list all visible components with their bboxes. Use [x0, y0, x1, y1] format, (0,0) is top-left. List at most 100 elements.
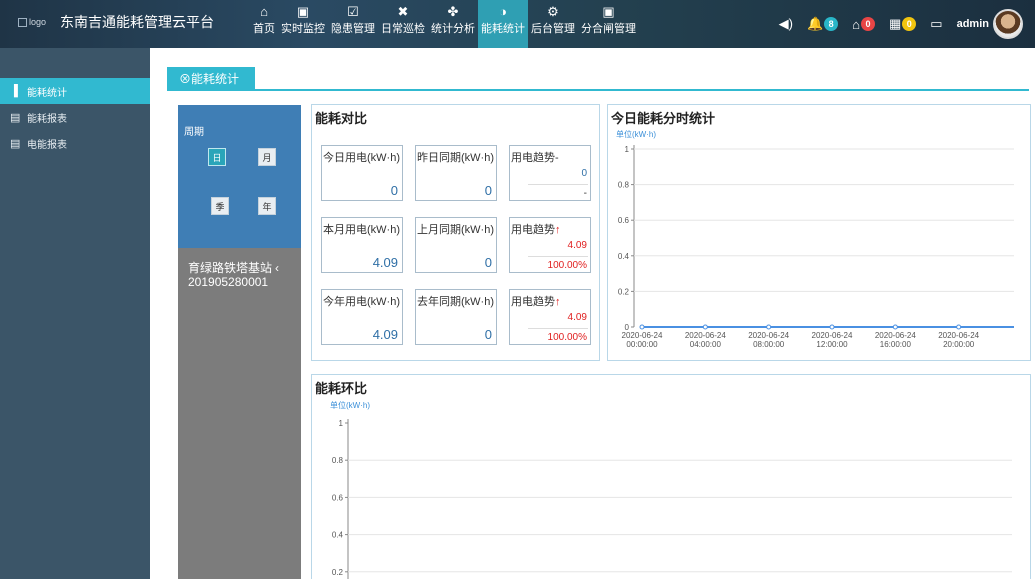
card-label: 用电趋势-	[511, 149, 559, 165]
data-point[interactable]	[892, 324, 898, 330]
card-value: 0	[390, 183, 398, 198]
speaker-icon[interactable]: ◀)	[779, 16, 793, 32]
trend-flat-icon: -	[555, 152, 559, 164]
trend-divider	[528, 256, 588, 257]
nav-item-1[interactable]: ▣ 实时监控	[278, 0, 328, 48]
header-tools: ◀) 🔔 8 ⌂ 0 ▦ 0 ▭ admin	[779, 0, 1023, 48]
notification-0[interactable]: 🔔 8	[806, 16, 839, 32]
sidebar-item-0[interactable]: ▐ 能耗统计	[0, 78, 150, 104]
x-tick-label: 2020-06-24 00:00:00	[622, 331, 663, 349]
nav-label: 统计分析	[431, 23, 475, 35]
sidebar: ▐ 能耗统计 ▤ 能耗报表 ▤ 电能报表	[0, 48, 150, 579]
notification-2[interactable]: ▦ 0	[889, 16, 917, 32]
period-button-3[interactable]: 年	[258, 197, 276, 215]
nav-item-5[interactable]: ◑ 能耗统计	[478, 0, 528, 48]
trend-card: 用电趋势↑ 4.09 100.00%	[509, 289, 591, 345]
notification-group: 🔔 8 ⌂ 0 ▦ 0	[806, 16, 917, 32]
current-usage-card: 今年用电(kW·h) 4.09	[321, 289, 403, 345]
page-tab-energy-stats[interactable]: ⊗能耗统计	[167, 67, 255, 89]
trend-value: 0	[581, 168, 587, 179]
period-button-2[interactable]: 季	[211, 197, 229, 215]
trend-value: 4.09	[567, 312, 587, 323]
card-label: 昨日同期(kW·h)	[417, 152, 494, 164]
unit-label: 单位(kW·h)	[330, 400, 370, 410]
previous-usage-card: 昨日同期(kW·h) 0	[415, 145, 497, 201]
y-tick-label: 0.2	[332, 568, 344, 577]
data-point[interactable]	[766, 324, 772, 330]
monitor-icon: ▣	[296, 4, 310, 19]
trend-card: 用电趋势- 0 -	[509, 145, 591, 201]
previous-usage-card: 去年同期(kW·h) 0	[415, 289, 497, 345]
page-tab-underline	[167, 89, 1029, 91]
energy-icon: ◑	[499, 4, 507, 19]
count-badge: 8	[824, 17, 839, 31]
sidebar-item-2[interactable]: ▤ 电能报表	[0, 130, 150, 156]
hourly-line-chart: 单位(kW·h)00.20.40.60.812020-06-24 00:00:00…	[616, 129, 1014, 349]
avatar	[993, 9, 1023, 39]
y-tick-label: 1	[339, 419, 344, 428]
y-tick-label: 1	[625, 145, 630, 154]
report-icon: ▤	[10, 111, 21, 124]
period-button-0[interactable]: 日	[208, 148, 226, 166]
notification-1[interactable]: ⌂ 0	[852, 16, 875, 32]
user-menu[interactable]: admin	[957, 9, 1023, 39]
ring-compare-chart: 单位(kW·h) 0.2 0.4 0.6 0.8 1	[330, 400, 1012, 579]
current-usage-card: 本月用电(kW·h) 4.09	[321, 217, 403, 273]
x-tick-label: 2020-06-24 04:00:00	[685, 331, 726, 349]
logo-alt-text: logo	[29, 17, 47, 27]
bell-icon: 🔔	[806, 16, 824, 31]
card-label: 本月用电(kW·h)	[323, 224, 400, 236]
current-usage-card: 今日用电(kW·h) 0	[321, 145, 403, 201]
previous-usage-card: 上月同期(kW·h) 0	[415, 217, 497, 273]
arrow-up-icon: ↑	[555, 224, 561, 236]
sidebar-item-label: 能耗报表	[27, 113, 67, 125]
data-point[interactable]	[829, 324, 835, 330]
bar-chart-icon: ▐	[10, 85, 18, 97]
sidebar-item-1[interactable]: ▤ 能耗报表	[0, 104, 150, 130]
x-tick-label: 2020-06-24 16:00:00	[875, 331, 916, 349]
period-selector: 周期 日 月季 年	[178, 105, 301, 248]
trend-value: 4.09	[567, 240, 587, 251]
site-id: 201905280001	[188, 275, 269, 289]
chevron-left-icon[interactable]: ‹	[275, 261, 279, 275]
username: admin	[956, 18, 989, 30]
card-value: 0	[484, 183, 492, 198]
card-label: 今日用电(kW·h)	[323, 152, 400, 164]
y-tick-label: 0.8	[332, 456, 344, 465]
trend-label: 用电趋势	[511, 296, 555, 308]
nav-item-3[interactable]: ✖ 日常巡检	[378, 0, 428, 48]
nav-label: 隐患管理	[331, 23, 375, 35]
count-badge: 0	[902, 17, 917, 31]
card-value: 0	[484, 255, 492, 270]
compare-panel: 能耗对比 今日用电(kW·h) 0 昨日同期(kW·h) 0 用电趋势- 0- 本月用电(k…	[311, 104, 600, 361]
nav-item-7[interactable]: ▣ 分合闸管理	[578, 0, 639, 48]
brand[interactable]: logo 东南吉通能耗管理云平台	[18, 12, 214, 32]
nav-item-0[interactable]: ⌂ 首页	[250, 0, 278, 48]
switch-monitor-icon: ▣	[602, 4, 615, 19]
card-label: 今年用电(kW·h)	[323, 296, 400, 308]
ring-compare-panel: 能耗环比 单位(kW·h) 0.2 0.4 0.6 0.8 1	[311, 374, 1031, 579]
data-point[interactable]	[956, 324, 962, 330]
card-label: 上月同期(kW·h)	[417, 224, 494, 236]
trend-card: 用电趋势↑ 4.09 100.00%	[509, 217, 591, 273]
period-label: 周期	[184, 127, 204, 138]
arrow-up-icon: ↑	[555, 296, 561, 308]
nav-item-2[interactable]: ☑ 隐患管理	[328, 0, 378, 48]
data-point[interactable]	[639, 324, 645, 330]
display-icon[interactable]: ▭	[930, 16, 942, 32]
trend-divider	[528, 328, 588, 329]
card-label: 去年同期(kW·h)	[417, 296, 494, 308]
site-item[interactable]: 育绿路铁塔基站 201905280001	[188, 261, 272, 289]
unit-label: 单位(kW·h)	[616, 129, 656, 139]
y-tick-label: 0.8	[618, 181, 630, 190]
house-alert-icon: ⌂	[852, 16, 860, 32]
y-tick-label: 0.4	[618, 252, 630, 261]
nav-item-6[interactable]: ⚙ 后台管理	[528, 0, 578, 48]
nav-label: 后台管理	[531, 23, 575, 35]
trend-label: 用电趋势	[511, 224, 555, 236]
nav-label: 日常巡检	[381, 23, 425, 35]
data-point[interactable]	[702, 324, 708, 330]
count-badge: 0	[861, 17, 875, 31]
nav-item-4[interactable]: ✤ 统计分析	[428, 0, 478, 48]
period-button-1[interactable]: 月	[258, 148, 276, 166]
